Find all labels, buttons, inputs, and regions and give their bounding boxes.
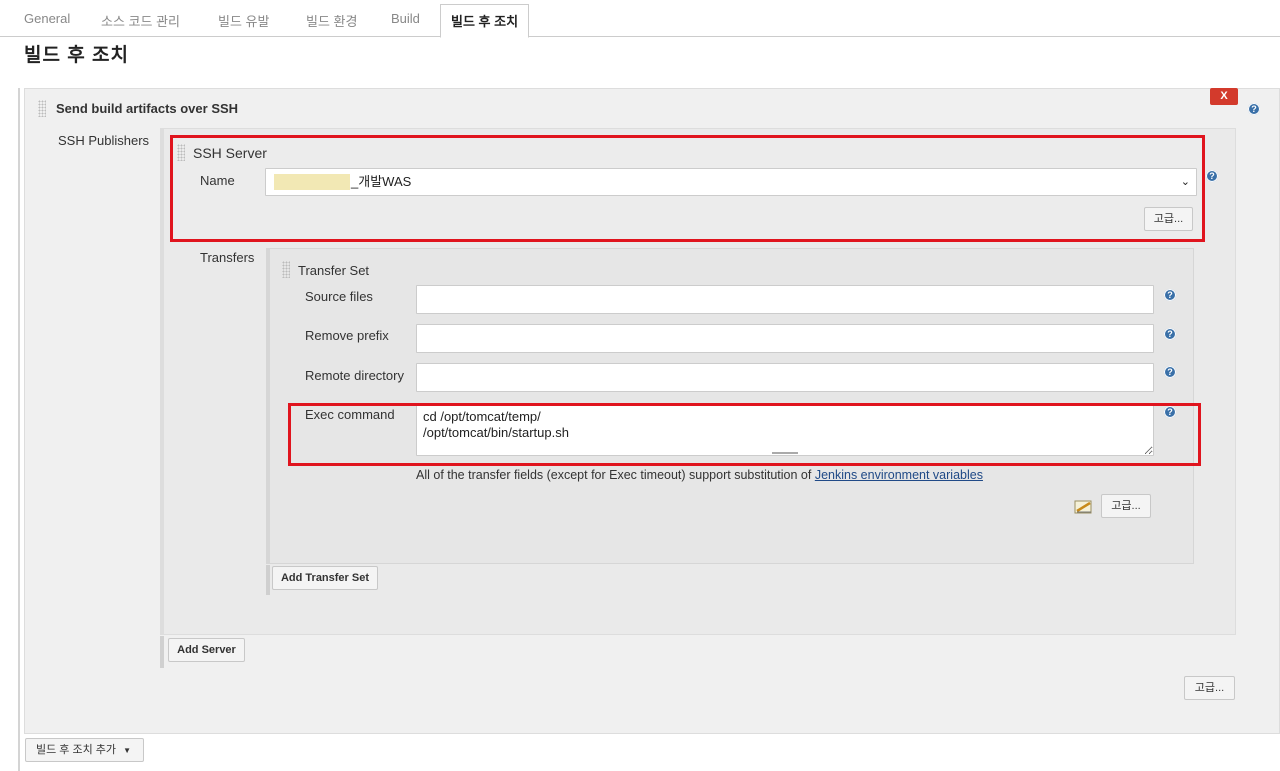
remove-prefix-input[interactable] (416, 324, 1154, 353)
transfers-label: Transfers (200, 250, 255, 265)
help-icon[interactable]: ? (1164, 289, 1176, 301)
remote-directory-input[interactable] (416, 363, 1154, 392)
publisher-title: Send build artifacts over SSH (56, 101, 239, 116)
delete-publisher-button[interactable]: X (1210, 88, 1238, 105)
tab-build[interactable]: Build (391, 11, 420, 26)
tab-post-build[interactable]: 빌드 후 조치 (440, 4, 530, 38)
tab-build-environment[interactable]: 빌드 환경 (306, 11, 357, 30)
add-server-button[interactable]: Add Server (168, 638, 245, 662)
help-icon[interactable]: ? (1164, 366, 1176, 378)
substitution-note: All of the transfer fields (except for E… (416, 468, 983, 482)
drag-handle-icon[interactable] (38, 100, 46, 117)
transfer-set-advanced-button[interactable]: 고급... (1101, 494, 1151, 518)
page-title: 빌드 후 조치 (24, 45, 129, 66)
caret-down-icon: ▼ (123, 746, 131, 755)
publisher-advanced-button[interactable]: 고급... (1184, 676, 1235, 700)
remote-directory-label: Remote directory (305, 368, 404, 383)
transfers-border (266, 565, 270, 595)
add-post-build-action-button[interactable]: 빌드 후 조치 추가 ▼ (25, 738, 144, 762)
tab-general[interactable]: General (24, 11, 70, 26)
ssh-publishers-label: SSH Publishers (58, 133, 150, 148)
publishers-border (160, 636, 164, 668)
help-icon[interactable]: ? (1206, 170, 1218, 182)
add-post-build-label: 빌드 후 조치 추가 (36, 744, 117, 756)
help-icon[interactable]: ? (1164, 328, 1176, 340)
substitution-note-text: All of the transfer fields (except for E… (416, 468, 815, 482)
tab-bar: General 소스 코드 관리 빌드 유발 빌드 환경 Build 빌드 후 … (0, 0, 1280, 38)
edit-notepad-icon[interactable] (1073, 497, 1095, 515)
add-transfer-set-button[interactable]: Add Transfer Set (272, 566, 378, 590)
remove-prefix-label: Remove prefix (305, 328, 389, 343)
transfer-set-title: Transfer Set (298, 263, 370, 278)
drag-handle-icon[interactable] (282, 261, 290, 278)
source-files-label: Source files (305, 289, 373, 304)
tab-source-code[interactable]: 소스 코드 관리 (101, 11, 180, 30)
highlight-box (288, 403, 1201, 466)
tab-build-triggers[interactable]: 빌드 유발 (218, 11, 269, 30)
source-files-input[interactable] (416, 285, 1154, 314)
jenkins-env-vars-link[interactable]: Jenkins environment variables (815, 468, 983, 482)
highlight-box (170, 135, 1205, 242)
help-icon[interactable]: ? (1248, 103, 1260, 115)
